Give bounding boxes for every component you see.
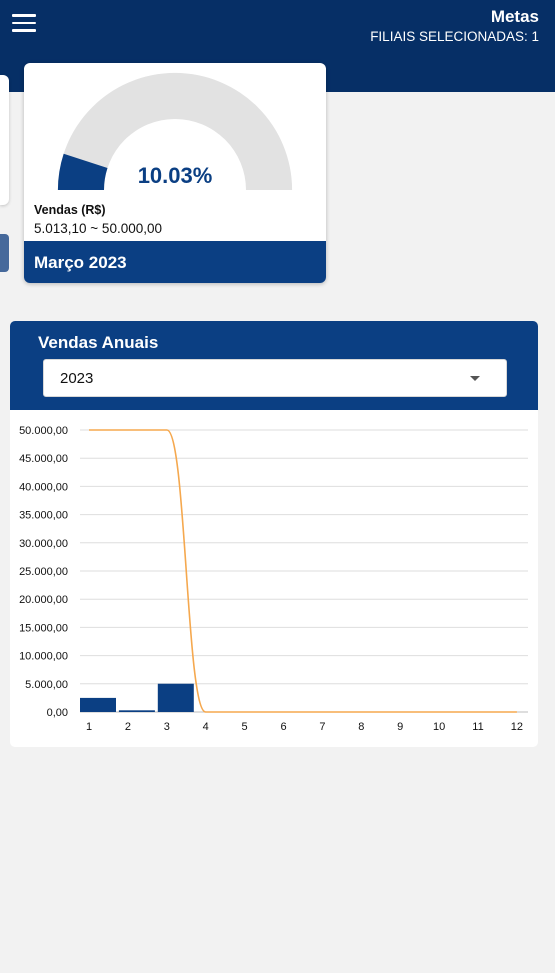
page-title: Metas <box>490 7 539 26</box>
y-tick-label: 10.000,00 <box>19 651 68 663</box>
selected-branches-label: FILIAIS SELECIONADAS: 1 <box>370 29 539 44</box>
goal-card[interactable]: 10.03% Vendas (R$) 5.013,10 ~ 50.000,00 … <box>24 63 326 283</box>
y-tick-label: 50.000,00 <box>19 425 68 437</box>
x-tick-label: 10 <box>433 721 445 733</box>
chevron-down-icon <box>470 376 480 381</box>
x-tick-label: 11 <box>472 721 483 733</box>
annual-sales-header: Vendas Anuais 2023 <box>10 321 538 410</box>
previous-card-footer-peek[interactable] <box>0 234 9 272</box>
x-tick-label: 5 <box>242 721 248 733</box>
x-tick-label: 6 <box>280 721 286 733</box>
y-tick-label: 35.000,00 <box>19 510 68 522</box>
menu-icon[interactable] <box>12 14 36 34</box>
gauge-percent: 10.03% <box>137 163 213 188</box>
x-tick-label: 7 <box>319 721 325 733</box>
bar[interactable] <box>118 710 155 712</box>
x-tick-label: 9 <box>397 721 403 733</box>
annual-sales-card: Vendas Anuais 2023 0,00 5.000,00 10.000,00… <box>10 321 538 747</box>
x-tick-label: 12 <box>511 721 523 733</box>
sales-range: 5.013,10 ~ 50.000,00 <box>34 221 162 236</box>
goal-card-footer: Março 2023 <box>24 241 326 283</box>
x-tick-label: 2 <box>125 721 131 733</box>
y-tick-label: 20.000,00 <box>19 594 68 606</box>
y-tick-label: 15.000,00 <box>19 622 68 634</box>
year-select-value: 2023 <box>60 370 94 387</box>
bar[interactable] <box>80 697 116 712</box>
y-tick-label: 40.000,00 <box>19 481 68 493</box>
sales-label: Vendas (R$) <box>34 203 106 217</box>
goal-month: Março 2023 <box>34 253 127 272</box>
x-tick-label: 8 <box>358 721 364 733</box>
x-tick-label: 3 <box>164 721 170 733</box>
y-tick-label: 0,00 <box>47 707 68 719</box>
y-tick-label: 5.000,00 <box>25 679 68 691</box>
annual-sales-title: Vendas Anuais <box>38 333 159 352</box>
annual-sales-chart: 0,00 5.000,00 10.000,00 15.000,00 20.000,00 2… <box>19 425 528 733</box>
year-select[interactable]: 2023 <box>43 359 507 397</box>
x-tick-label: 4 <box>203 721 209 733</box>
x-tick-label: 1 <box>86 721 92 733</box>
previous-card-peek[interactable] <box>0 75 9 205</box>
bar[interactable] <box>157 683 194 712</box>
y-tick-label: 45.000,00 <box>19 453 68 465</box>
y-tick-label: 30.000,00 <box>19 538 68 550</box>
y-tick-label: 25.000,00 <box>19 566 68 578</box>
